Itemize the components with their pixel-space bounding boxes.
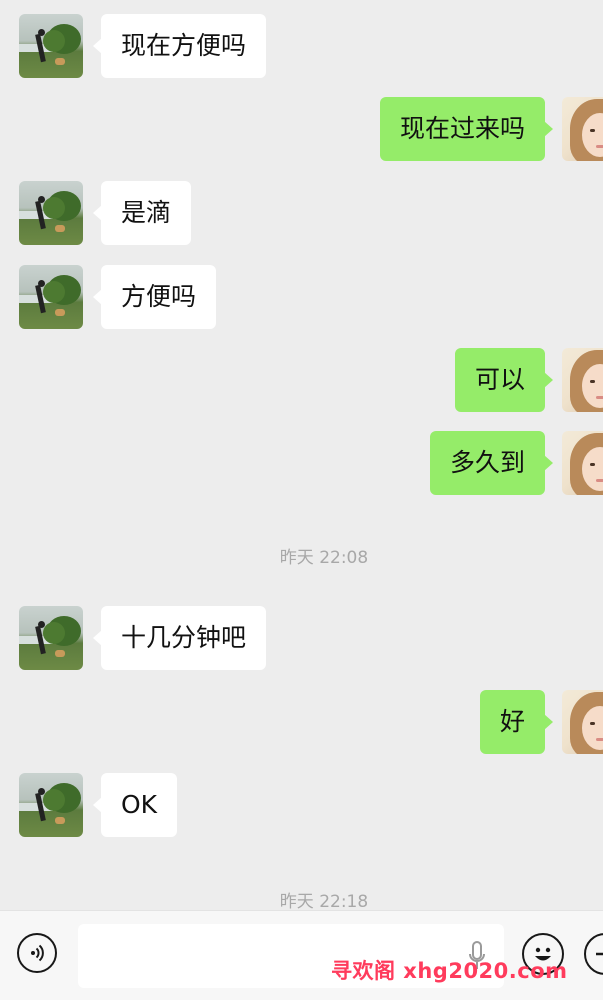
- self-avatar[interactable]: [562, 431, 603, 495]
- message-bubble[interactable]: 是滴: [92, 181, 192, 245]
- contact-avatar[interactable]: [19, 773, 83, 837]
- self-avatar[interactable]: [562, 348, 603, 412]
- message-bubble[interactable]: 多久到: [429, 431, 554, 495]
- message-row-outgoing: 可以: [0, 348, 603, 412]
- message-row-incoming: OK: [0, 773, 603, 837]
- message-bubble[interactable]: 十几分钟吧: [92, 606, 267, 670]
- voice-input-icon[interactable]: [17, 933, 57, 973]
- self-avatar[interactable]: [562, 97, 603, 161]
- self-avatar[interactable]: [562, 690, 603, 754]
- message-bubble[interactable]: 现在方便吗: [92, 14, 267, 78]
- contact-avatar[interactable]: [19, 606, 83, 670]
- message-row-incoming: 十几分钟吧: [0, 606, 603, 670]
- message-row-incoming: 现在方便吗: [0, 14, 603, 78]
- message-row-incoming: 是滴: [0, 181, 603, 245]
- timestamp: 昨天 22:18: [279, 892, 369, 912]
- message-bubble[interactable]: 方便吗: [92, 265, 217, 329]
- message-row-outgoing: 好: [0, 690, 603, 754]
- message-row-outgoing: 现在过来吗: [0, 97, 603, 161]
- contact-avatar[interactable]: [19, 265, 83, 329]
- plus-icon[interactable]: [584, 933, 603, 975]
- message-bubble[interactable]: 可以: [454, 348, 554, 412]
- message-bubble[interactable]: 好: [479, 690, 554, 754]
- message-row-outgoing: 多久到: [0, 431, 603, 495]
- timestamp: 昨天 22:08: [279, 548, 369, 568]
- contact-avatar[interactable]: [19, 181, 83, 245]
- message-bubble[interactable]: 现在过来吗: [379, 97, 554, 161]
- message-row-incoming: 方便吗: [0, 265, 603, 329]
- watermark: 寻欢阁 xhg2020.com: [331, 959, 568, 983]
- contact-avatar[interactable]: [19, 14, 83, 78]
- message-bubble[interactable]: OK: [92, 773, 178, 837]
